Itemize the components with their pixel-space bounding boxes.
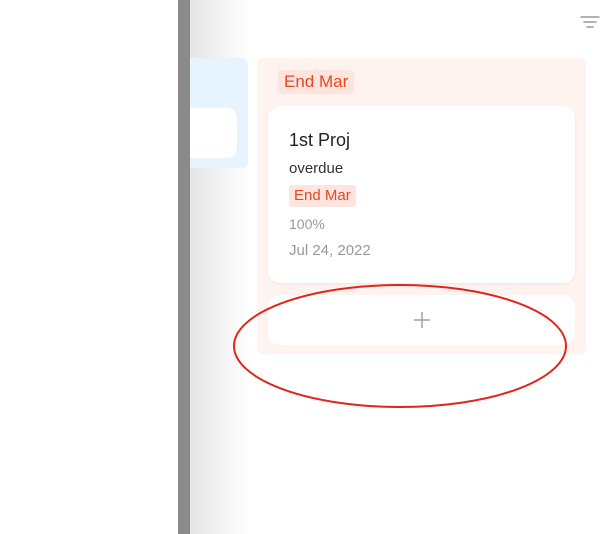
card-status: overdue bbox=[289, 160, 344, 177]
add-card-button[interactable] bbox=[268, 295, 575, 345]
card-title: 1st Proj bbox=[289, 130, 351, 150]
column-tag: End Mar bbox=[278, 70, 355, 94]
kanban-board: End Mar 1st Proj overdue End Mar 100% Ju… bbox=[0, 0, 604, 534]
sidebar-resize-handle[interactable] bbox=[178, 0, 190, 534]
card-tag: End Mar bbox=[289, 185, 356, 207]
card-date: Jul 24, 2022 bbox=[289, 242, 371, 259]
board-card[interactable]: 1st Proj overdue End Mar 100% Jul 24, 20… bbox=[268, 106, 575, 283]
plus-icon bbox=[413, 312, 430, 328]
board-card-previous[interactable] bbox=[190, 108, 237, 158]
filter-icon[interactable] bbox=[579, 12, 601, 32]
card-progress: 100% bbox=[289, 216, 325, 232]
